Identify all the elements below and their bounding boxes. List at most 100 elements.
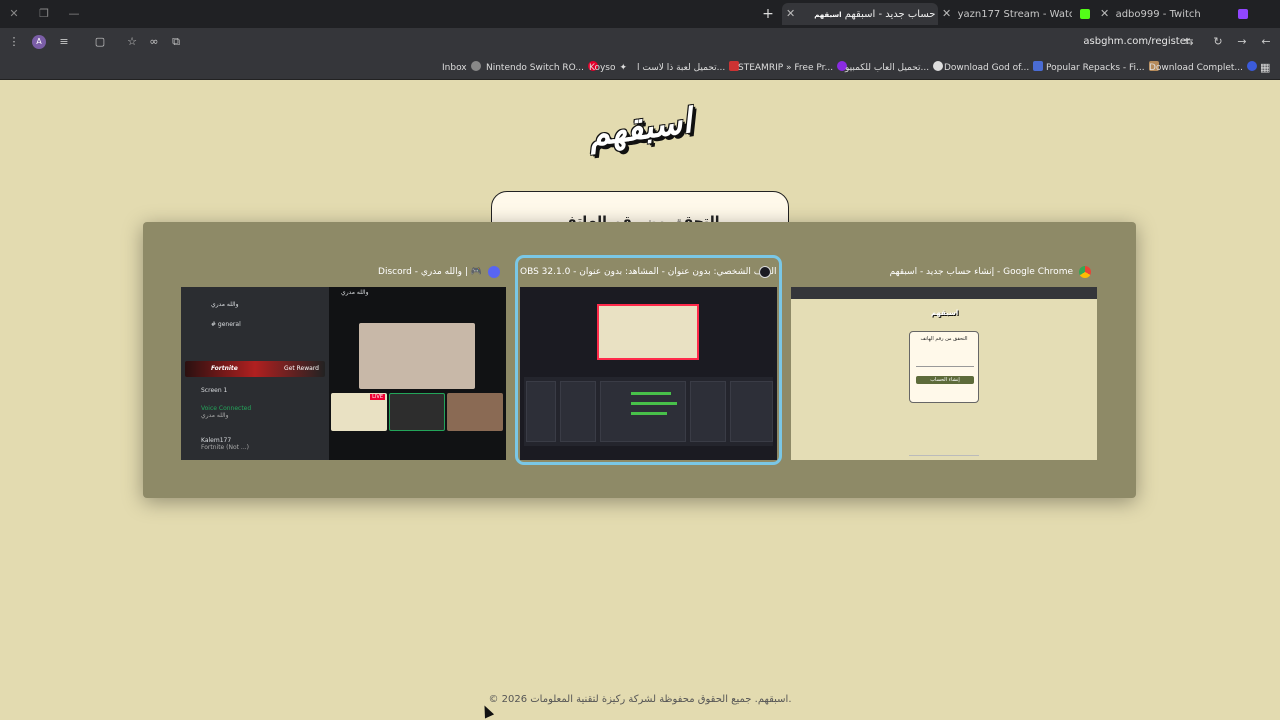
server-name: والله مدري	[211, 301, 239, 308]
extensions-icon[interactable]: ▢	[92, 34, 108, 50]
sparkle-icon: ✦	[619, 63, 628, 73]
obs-icon	[759, 266, 771, 278]
mini-card-title: التحقق من رقم الهاتف	[920, 336, 968, 342]
back-icon[interactable]: ←	[1258, 34, 1274, 50]
tab-title: adbo999 - Twitch	[1115, 9, 1201, 20]
bookmark-item[interactable]: STEAMRIP » Free Pr...	[738, 61, 848, 75]
twitch-favicon-icon	[1238, 9, 1248, 19]
switcher-window-discord[interactable]: Discord - والله مدري | 🎮 والله مدري # ge…	[181, 260, 506, 460]
minimize-window-icon[interactable]: —	[66, 6, 82, 22]
site-favicon-icon	[933, 61, 944, 71]
close-tab-icon[interactable]: ✕	[1100, 7, 1109, 20]
tab-twitch[interactable]: ✕ adbo999 - Twitch	[1100, 3, 1230, 25]
bookmark-label: Download God of...	[944, 63, 1030, 73]
close-window-icon[interactable]: ✕	[6, 6, 22, 22]
channel-item: # general	[211, 321, 241, 328]
window-title: OBS 32.1.0 - الملف الشخصي: بدون عنوان - …	[520, 260, 777, 284]
switcher-window-obs[interactable]: OBS 32.1.0 - الملف الشخصي: بدون عنوان - …	[515, 255, 782, 465]
browser-toolbar: ⋮ A ≡ ▢ ☆ ∞ ⧉ asbghm.com/register ⇆ ↻ → …	[0, 28, 1280, 56]
discord-icon	[488, 266, 500, 278]
restore-window-icon[interactable]: ❐	[36, 6, 52, 22]
bookmarks-bar: Inbox Nintendo Switch RO... Koyso ✦ تحميل…	[0, 56, 1280, 80]
user-tile	[447, 393, 503, 431]
voice-sub: والله مدري	[201, 412, 229, 419]
screen-label: Screen 1	[201, 387, 228, 394]
reading-list-icon[interactable]: ≡	[56, 34, 72, 50]
tab-title: yazn177 Stream - Watch Live o	[957, 9, 1072, 20]
close-tab-icon[interactable]: ✕	[942, 7, 951, 20]
bookmark-item[interactable]: Koyso ✦	[589, 61, 627, 75]
window-title: Discord - والله مدري | 🎮	[181, 260, 506, 284]
address-bar[interactable]: asbghm.com/register	[1083, 35, 1190, 49]
chrome-toolbar	[791, 287, 1097, 299]
mini-footer	[909, 455, 979, 456]
mini-card: التحقق من رقم الهاتف إنشاء الحساب	[909, 331, 979, 403]
switcher-window-chrome[interactable]: إنشاء حساب جديد - اسبقهم - Google Chrome…	[791, 260, 1097, 460]
mini-logo: اسبقهم	[931, 309, 959, 317]
bookmark-item[interactable]: Popular Repacks - Fi...	[1046, 61, 1159, 75]
tab-strip: ✕ ❐ — ✕ adbo999 - Twitch ✕ yazn177 Strea…	[0, 0, 1280, 28]
window-switcher: Discord - والله مدري | 🎮 والله مدري # ge…	[143, 222, 1136, 498]
share-icon[interactable]: ∞	[146, 34, 162, 50]
site-settings-icon[interactable]: ⇆	[1181, 34, 1197, 50]
mouse-cursor-icon	[479, 703, 495, 719]
user-name: Kalem177	[201, 437, 232, 444]
forward-icon[interactable]: →	[1234, 34, 1250, 50]
bookmark-item[interactable]: Download Complet...	[1149, 61, 1258, 75]
stream-stage	[359, 323, 475, 389]
bookmark-label: Koyso	[589, 63, 616, 73]
bookmark-item[interactable]: Download God of...	[944, 61, 1044, 75]
window-thumbnail: اسبقهم التحقق من رقم الهاتف إنشاء الحساب	[791, 287, 1097, 460]
bookmark-item[interactable]: تحميل العاب للكمبيو...	[845, 61, 944, 75]
live-badge: LIVE	[370, 394, 385, 400]
bookmark-item[interactable]: Nintendo Switch RO...	[486, 61, 598, 75]
discord-sidebar: والله مدري # general Fortnite Get Reward…	[181, 287, 329, 460]
window-thumbnail: والله مدري # general Fortnite Get Reward…	[181, 287, 506, 460]
menu-dots-icon[interactable]: ⋮	[6, 34, 22, 50]
audio-level-bar	[631, 392, 671, 395]
chrome-icon	[1079, 266, 1091, 278]
cast-icon[interactable]: ⧉	[168, 34, 184, 50]
site-favicon-icon	[1033, 61, 1044, 71]
close-tab-icon[interactable]: ✕	[786, 7, 795, 20]
tab-title: إنشاء حساب جديد - اسبقهم	[844, 9, 938, 20]
game-banner: Fortnite Get Reward	[185, 361, 325, 377]
banner-game: Fortnite	[211, 365, 238, 372]
bookmark-item[interactable]: تحميل لعبة ذا لاست ا...	[637, 61, 740, 75]
bookmark-label: Inbox	[442, 63, 467, 73]
audio-mixer-dock	[600, 381, 686, 442]
window-title-text: Discord - والله مدري | 🎮	[378, 267, 482, 277]
mini-input	[916, 366, 974, 367]
profile-avatar-icon[interactable]: A	[32, 35, 46, 49]
site-logo[interactable]: اسبقهم	[581, 91, 698, 166]
bookmark-label: تحميل لعبة ذا لاست ا...	[637, 63, 726, 73]
bookmark-item[interactable]: Inbox	[442, 61, 481, 75]
controls-dock	[730, 381, 773, 442]
tab-register[interactable]: ✕ إنشاء حساب جديد - اسبقهم اسبقهم	[782, 3, 938, 25]
new-tab-button[interactable]: +	[760, 6, 776, 22]
window-thumbnail	[520, 287, 777, 460]
tab-kick[interactable]: ✕ yazn177 Stream - Watch Live o	[942, 3, 1072, 25]
bookmark-star-icon[interactable]: ☆	[124, 34, 140, 50]
bookmark-label: تحميل العاب للكمبيو...	[845, 63, 930, 73]
bookmark-label: Download Complet...	[1149, 63, 1244, 73]
window-title-text: إنشاء حساب جديد - اسبقهم - Google Chrome	[889, 267, 1073, 277]
bookmark-label: Nintendo Switch RO...	[486, 63, 584, 73]
voice-status: Voice Connected	[201, 405, 252, 412]
reload-icon[interactable]: ↻	[1210, 34, 1226, 50]
bookmark-label: STEAMRIP » Free Pr...	[738, 63, 834, 73]
call-title: والله مدري	[341, 289, 369, 296]
kick-favicon-icon	[1080, 9, 1090, 19]
globe-icon	[470, 61, 481, 71]
sources-dock	[560, 381, 596, 442]
window-title-text: OBS 32.1.0 - الملف الشخصي: بدون عنوان - …	[520, 267, 777, 277]
all-bookmarks-icon[interactable]: ▦	[1260, 61, 1270, 75]
audio-level-bar	[631, 402, 677, 405]
banner-action: Get Reward	[284, 365, 319, 372]
stream-tile: LIVE	[331, 393, 387, 431]
window-title: إنشاء حساب جديد - اسبقهم - Google Chrome	[791, 260, 1097, 284]
mini-submit-button: إنشاء الحساب	[916, 376, 974, 384]
mini-button-label: إنشاء الحساب	[930, 377, 960, 383]
audio-level-bar	[631, 412, 667, 415]
site-favicon-icon	[1247, 61, 1258, 71]
